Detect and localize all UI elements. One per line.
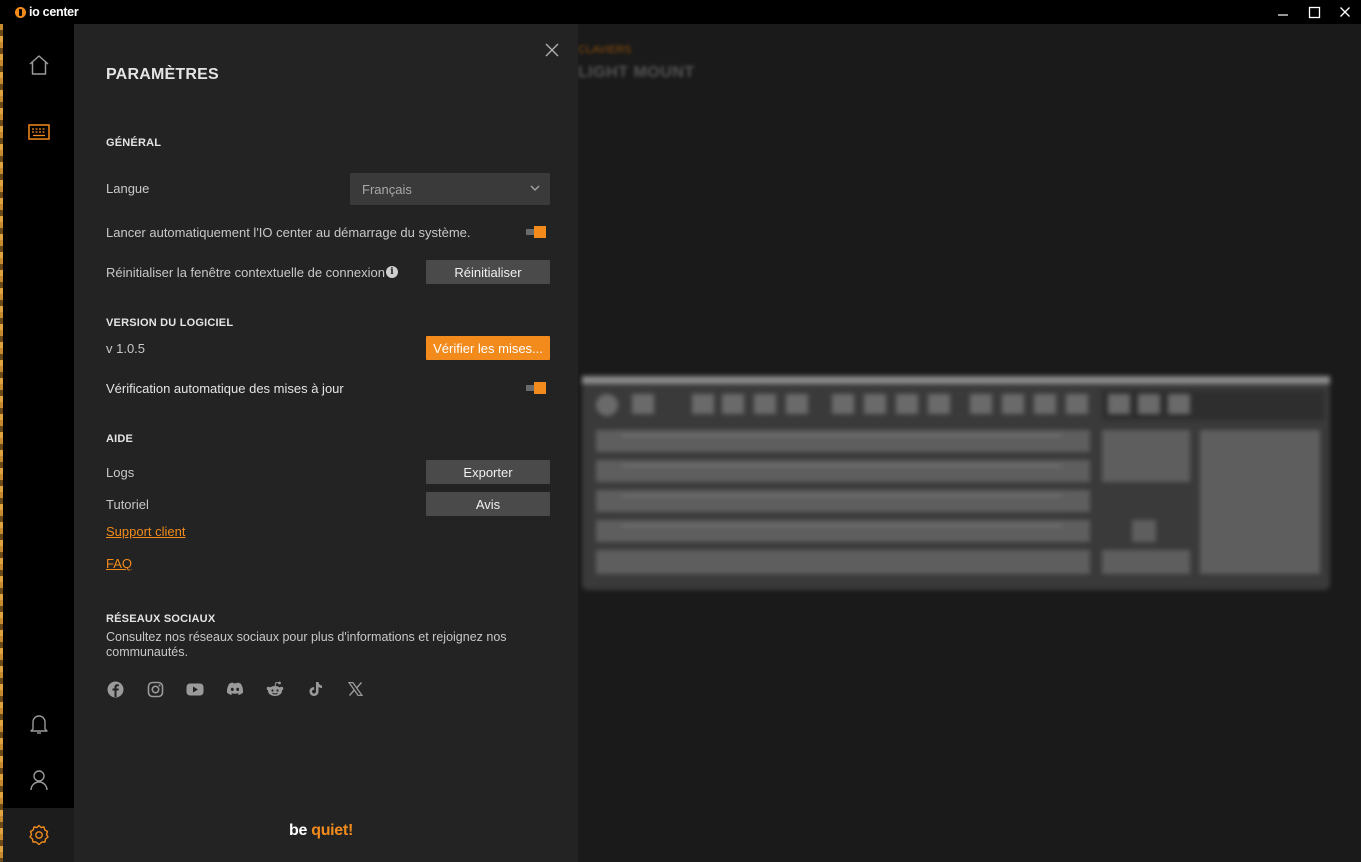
- sidebar-item-settings[interactable]: [3, 808, 74, 862]
- section-help-heading: AIDE: [106, 433, 134, 445]
- info-icon[interactable]: i: [386, 266, 398, 278]
- facebook-icon[interactable]: [106, 680, 124, 698]
- autostart-label: Lancer automatiquement l'IO center au dé…: [106, 225, 471, 240]
- app-logo: io center: [15, 5, 79, 19]
- reddit-icon[interactable]: [266, 680, 284, 698]
- logs-label: Logs: [106, 465, 135, 480]
- tiktok-icon[interactable]: [306, 680, 324, 698]
- bequiet-logo: be quiet!: [289, 822, 353, 839]
- chevron-down-icon: [530, 185, 540, 191]
- main-background: CLAVIERS LIGHT MOUNT: [578, 24, 1361, 862]
- faq-link[interactable]: FAQ: [106, 556, 132, 571]
- section-general-heading: GÉNÉRAL: [106, 137, 162, 149]
- sidebar-item-notifications[interactable]: [3, 697, 74, 751]
- reset-button[interactable]: Réinitialiser: [426, 260, 550, 284]
- social-links: [106, 680, 364, 698]
- settings-panel: PARAMÈTRES GÉNÉRAL Langue Français Lance…: [74, 24, 578, 862]
- section-version-heading: VERSION DU LOGICIEL: [106, 317, 234, 329]
- minimize-icon: [1278, 14, 1288, 16]
- breadcrumb: CLAVIERS: [578, 44, 632, 56]
- instagram-icon[interactable]: [146, 680, 164, 698]
- auto-update-toggle[interactable]: [526, 382, 546, 394]
- close-window-button[interactable]: [1328, 0, 1361, 24]
- close-icon: [545, 43, 559, 57]
- autostart-toggle[interactable]: [526, 226, 546, 238]
- keyboard-icon: [27, 124, 50, 140]
- language-label: Langue: [106, 181, 150, 196]
- tutorial-label: Tutoriel: [106, 497, 149, 512]
- io-logo-icon: [15, 6, 26, 18]
- home-icon: [29, 55, 48, 75]
- youtube-icon[interactable]: [186, 680, 204, 698]
- reset-popup-label: Réinitialiser la fenêtre contextuelle de…: [106, 265, 385, 280]
- app-name: io center: [29, 5, 79, 19]
- export-logs-button[interactable]: Exporter: [426, 460, 550, 484]
- device-title: LIGHT MOUNT: [578, 64, 695, 81]
- discord-icon[interactable]: [226, 680, 244, 698]
- sidebar-item-account[interactable]: [3, 753, 74, 807]
- language-value: Français: [362, 181, 412, 197]
- x-icon[interactable]: [346, 680, 364, 698]
- support-link[interactable]: Support client: [106, 524, 186, 539]
- auto-update-label: Vérification automatique des mises à jou…: [106, 381, 344, 396]
- minimize-button[interactable]: [1266, 0, 1300, 24]
- review-button[interactable]: Avis: [426, 492, 550, 516]
- social-description: Consultez nos réseaux sociaux pour plus …: [106, 630, 507, 659]
- sidebar: [3, 24, 74, 862]
- check-updates-button[interactable]: Vérifier les mises...: [426, 336, 550, 360]
- user-icon: [29, 770, 48, 791]
- page-title: PARAMÈTRES: [106, 66, 219, 83]
- sidebar-item-keyboard[interactable]: [3, 105, 74, 159]
- bell-icon: [29, 715, 48, 734]
- language-select[interactable]: Français: [350, 173, 550, 205]
- version-value: v 1.0.5: [106, 341, 146, 356]
- sidebar-item-home[interactable]: [3, 38, 74, 92]
- section-social-heading: RÉSEAUX SOCIAUX: [106, 613, 216, 625]
- gear-icon: [28, 824, 49, 846]
- maximize-button[interactable]: [1297, 0, 1331, 24]
- title-bar: io center: [0, 0, 1361, 24]
- close-settings-button[interactable]: [542, 40, 562, 60]
- close-icon: [1340, 7, 1350, 17]
- maximize-icon: [1308, 6, 1320, 18]
- keyboard-preview: [582, 376, 1330, 590]
